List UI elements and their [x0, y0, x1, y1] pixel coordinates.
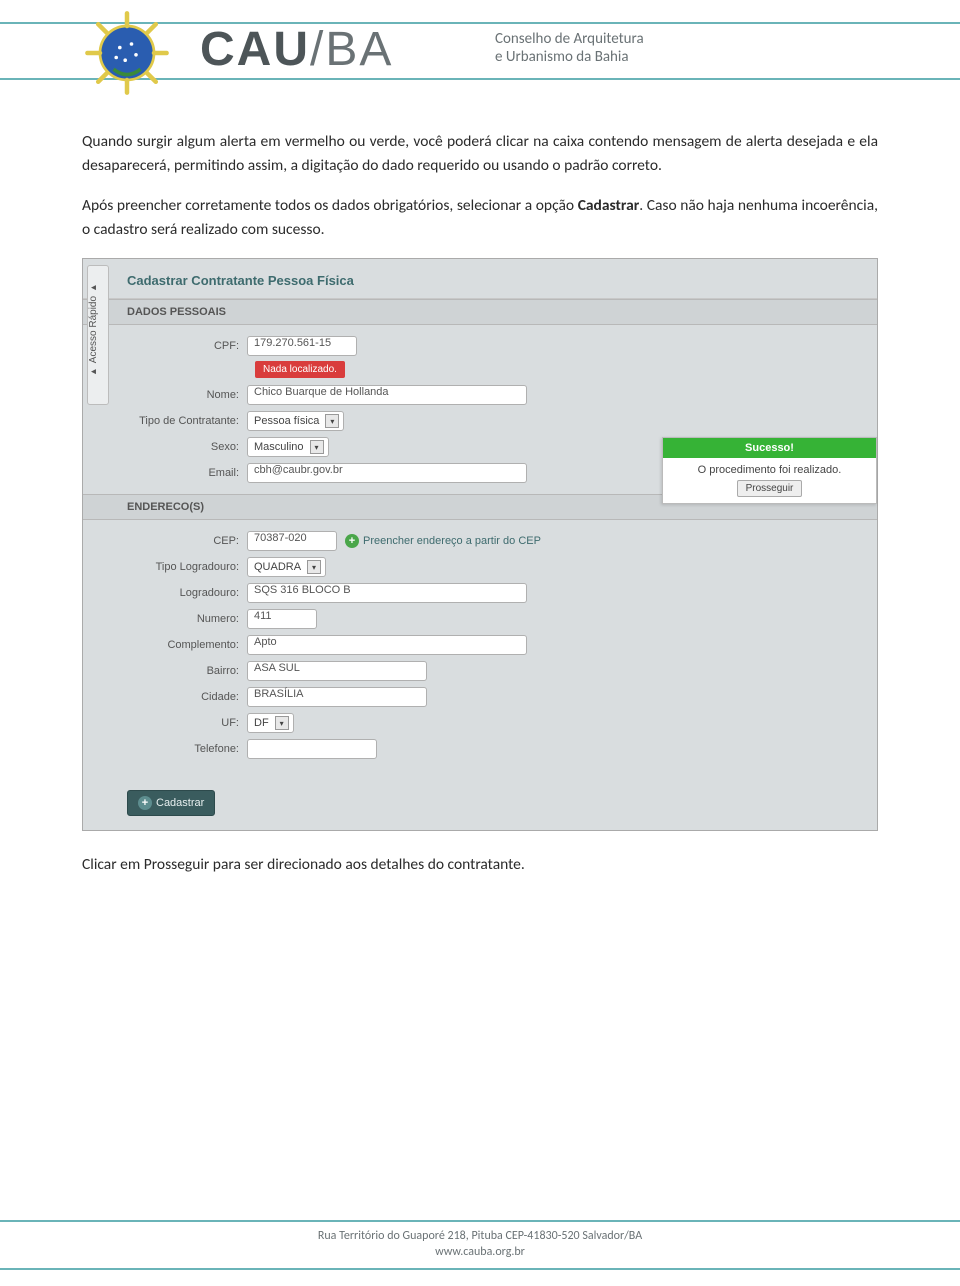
chevron-down-icon: ▾ — [310, 440, 324, 454]
plus-icon: + — [345, 534, 359, 548]
panel-title: Cadastrar Contratante Pessoa Física — [83, 259, 877, 299]
fill-address-button[interactable]: + Preencher endereço a partir do CEP — [345, 534, 541, 548]
tipo-contratante-select[interactable]: Pessoa física ▾ — [247, 411, 344, 431]
chevron-right-icon: ▸ — [88, 283, 99, 294]
chevron-down-icon: ▾ — [307, 560, 321, 574]
label-tipo-contratante: Tipo de Contratante: — [127, 415, 247, 427]
chevron-down-icon: ▾ — [325, 414, 339, 428]
app-screenshot: ▸ Acesso Rápido ▸ Cadastrar Contratante … — [82, 258, 878, 831]
chevron-down-icon: ▾ — [275, 716, 289, 730]
brand-suffix: /BA — [310, 23, 393, 76]
brand-logo-text: CAU/BA — [200, 22, 393, 77]
document-header: CAU/BA Conselho de Arquitetura e Urbanis… — [0, 0, 960, 100]
brand-sub-line2: e Urbanismo da Bahia — [495, 48, 644, 66]
cadastrar-button[interactable]: + Cadastrar — [127, 790, 215, 816]
email-input[interactable]: cbh@caubr.gov.br — [247, 463, 527, 483]
seal-icon — [82, 8, 172, 98]
success-title: Sucesso! — [663, 438, 876, 458]
prosseguir-button[interactable]: Prosseguir — [737, 480, 803, 497]
label-sexo: Sexo: — [127, 441, 247, 453]
label-cep: CEP: — [127, 535, 247, 547]
chevron-right-icon: ▸ — [88, 366, 99, 377]
sexo-select[interactable]: Masculino ▾ — [247, 437, 329, 457]
form-endereco: CEP: 70387-020 + Preencher endereço a pa… — [83, 520, 877, 770]
tipo-logradouro-select[interactable]: QUADRA ▾ — [247, 557, 326, 577]
paragraph-2: Após preencher corretamente todos os dad… — [82, 194, 878, 242]
quick-access-tab[interactable]: ▸ Acesso Rápido ▸ — [87, 265, 109, 405]
logradouro-input[interactable]: SQS 316 BLOCO B — [247, 583, 527, 603]
brand-subtitle: Conselho de Arquitetura e Urbanismo da B… — [495, 30, 644, 66]
success-toast: Sucesso! O procedimento foi realizado. P… — [662, 437, 877, 504]
label-telefone: Telefone: — [127, 743, 247, 755]
body-text: Quando surgir algum alerta em vermelho o… — [0, 100, 960, 242]
document-footer: Rua Território do Guaporé 218, Pituba CE… — [0, 1220, 960, 1272]
label-cpf: CPF: — [127, 340, 247, 352]
paragraph-1: Quando surgir algum alerta em vermelho o… — [82, 130, 878, 178]
label-cidade: Cidade: — [127, 691, 247, 703]
plus-icon: + — [138, 796, 152, 810]
footer-address: Rua Território do Guaporé 218, Pituba CE… — [0, 1228, 960, 1244]
label-numero: Numero: — [127, 613, 247, 625]
footer-url: www.cauba.org.br — [0, 1244, 960, 1260]
cep-input[interactable]: 70387-020 — [247, 531, 337, 551]
section-dados-pessoais: DADOS PESSOAIS — [83, 299, 877, 325]
uf-select[interactable]: DF ▾ — [247, 713, 294, 733]
numero-input[interactable]: 411 — [247, 609, 317, 629]
footer-rule-2 — [0, 1268, 960, 1270]
telefone-input[interactable] — [247, 739, 377, 759]
paragraph-3: Clicar em Prosseguir para ser direcionad… — [0, 831, 960, 874]
label-email: Email: — [127, 467, 247, 479]
label-nome: Nome: — [127, 389, 247, 401]
brand-sub-line1: Conselho de Arquitetura — [495, 30, 644, 48]
bairro-input[interactable]: ASA SUL — [247, 661, 427, 681]
label-complemento: Complemento: — [127, 639, 247, 651]
success-message: O procedimento foi realizado. — [671, 464, 868, 476]
label-bairro: Bairro: — [127, 665, 247, 677]
label-tipo-logradouro: Tipo Logradouro: — [127, 561, 247, 573]
brand-main: CAU — [200, 23, 310, 76]
cidade-input[interactable]: BRASÍLIA — [247, 687, 427, 707]
cpf-input[interactable]: 179.270.561-15 — [247, 336, 357, 356]
nome-input[interactable]: Chico Buarque de Hollanda — [247, 385, 527, 405]
alert-nada-localizado[interactable]: Nada localizado. — [255, 361, 345, 378]
footer-rule-1 — [0, 1220, 960, 1222]
label-logradouro: Logradouro: — [127, 587, 247, 599]
label-uf: UF: — [127, 717, 247, 729]
complemento-input[interactable]: Apto — [247, 635, 527, 655]
